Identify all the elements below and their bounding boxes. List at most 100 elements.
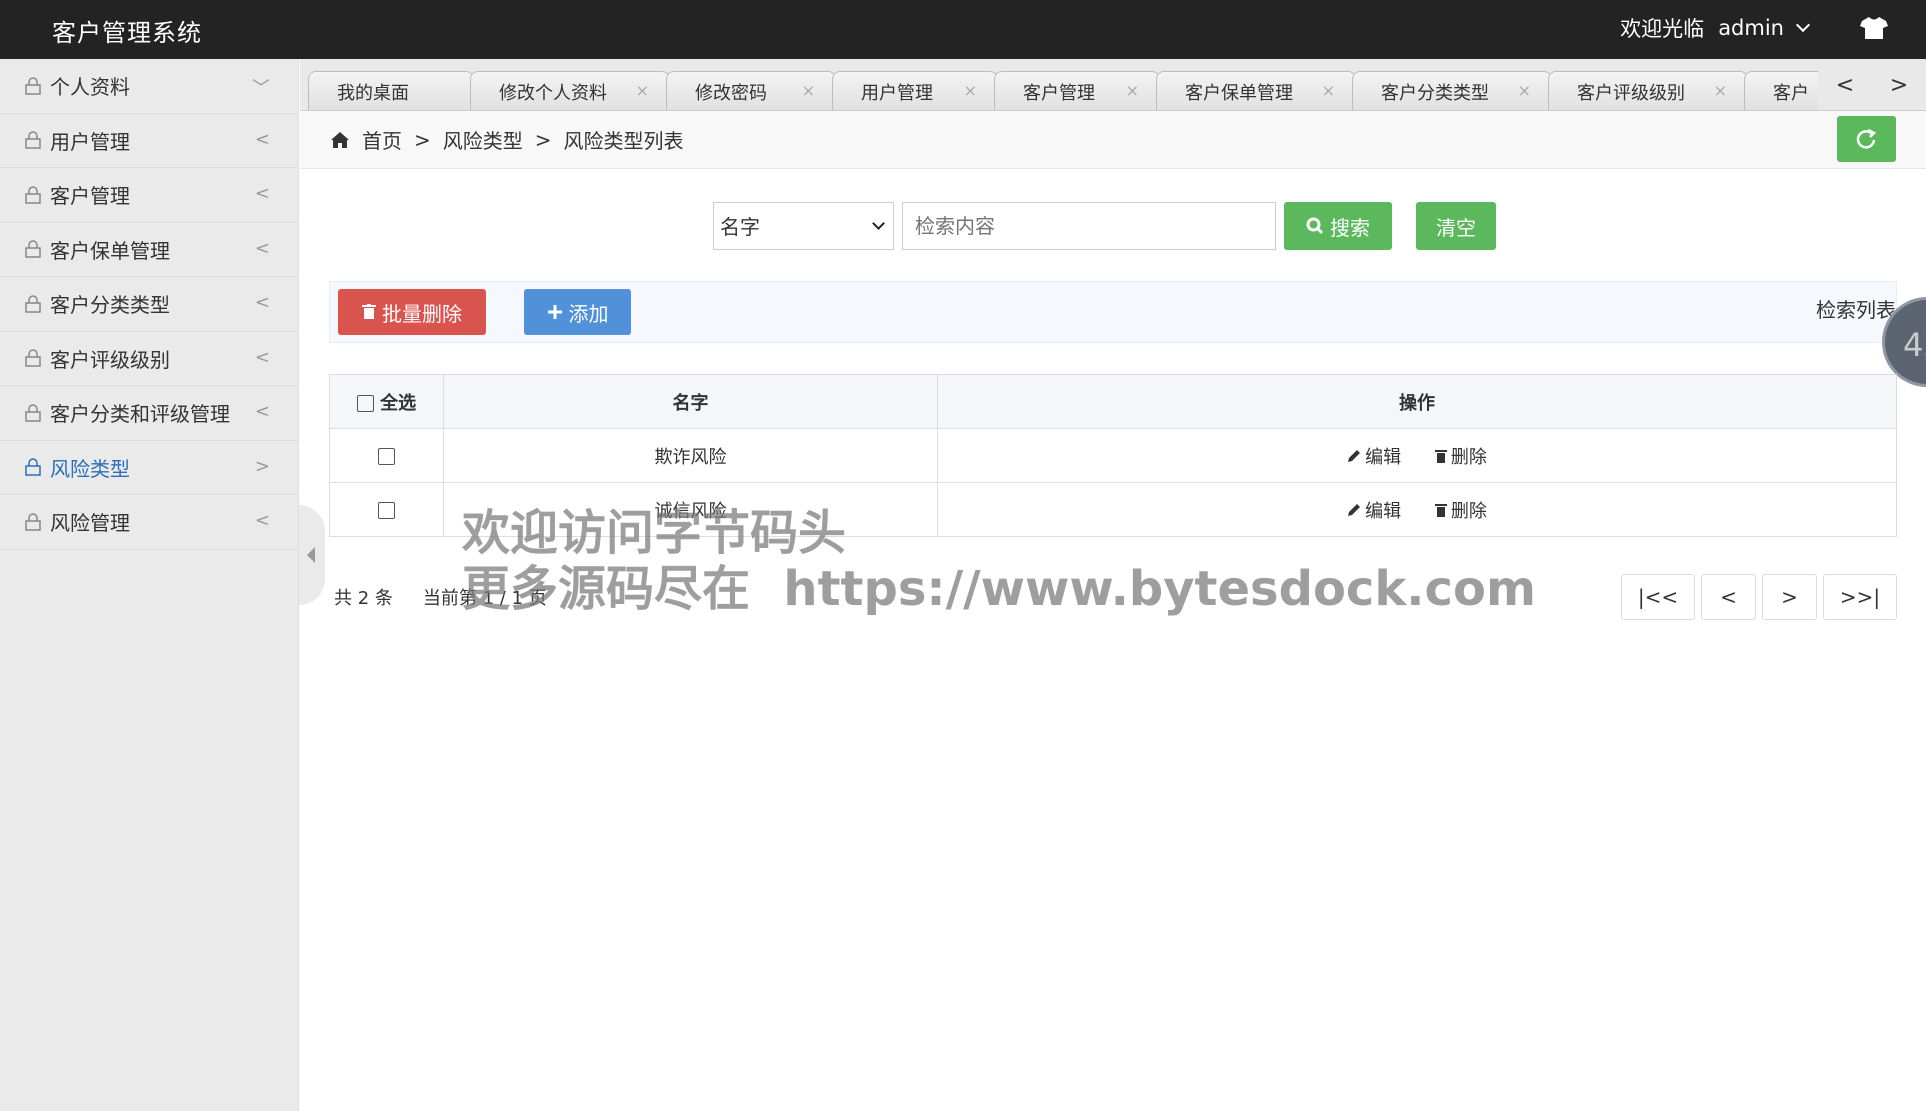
breadcrumb-home[interactable]: 首页: [362, 125, 402, 154]
tab-change-password[interactable]: 修改密码 ×: [666, 71, 836, 110]
sidebar-item-label: 客户评级级别: [50, 347, 170, 372]
chevron-left-icon: <: [254, 237, 270, 259]
tab-user-management[interactable]: 用户管理 ×: [832, 71, 998, 110]
chevron-right-icon[interactable]: >: [1890, 73, 1908, 98]
plus-icon: [547, 305, 562, 319]
top-header: 客户管理系统 欢迎光临 admin: [0, 0, 1926, 59]
delete-button[interactable]: 删除: [1434, 443, 1487, 469]
sidebar-item-label: 风险类型: [50, 456, 130, 481]
refresh-icon: [1856, 128, 1877, 149]
refresh-button[interactable]: [1837, 116, 1896, 162]
last-page-button[interactable]: >>|: [1823, 574, 1897, 620]
breadcrumb-separator: >: [414, 127, 431, 152]
breadcrumb-current: 风险类型列表: [563, 129, 684, 153]
lock-icon: [25, 513, 41, 531]
chevron-left-icon: <: [254, 128, 270, 150]
lock-icon: [25, 404, 41, 422]
edit-button[interactable]: 编辑: [1347, 443, 1401, 469]
search-input[interactable]: [902, 202, 1276, 250]
clear-button[interactable]: 清空: [1416, 202, 1496, 250]
sidebar-collapse-toggle[interactable]: [299, 505, 325, 605]
close-icon[interactable]: ×: [964, 81, 977, 100]
sidebar-item-label: 客户分类类型: [50, 293, 170, 318]
sidebar-item-rating-levels[interactable]: 客户评级级别 <: [0, 332, 298, 386]
sidebar-item-policies[interactable]: 客户保单管理 <: [0, 223, 298, 277]
search-button-label: 搜索: [1330, 215, 1370, 240]
sidebar-item-users[interactable]: 用户管理 <: [0, 114, 298, 168]
tab-desktop[interactable]: 我的桌面: [308, 71, 474, 110]
list-title: 检索列表: [1816, 298, 1896, 322]
row-select-cell: [329, 428, 444, 483]
pagination: |<< < > >>|: [1621, 574, 1897, 620]
close-icon[interactable]: ×: [1714, 81, 1727, 100]
search-field-select[interactable]: 名字: [713, 202, 894, 250]
tab-label: 客户: [1773, 82, 1809, 104]
tab-label: 客户保单管理: [1185, 82, 1293, 104]
search-bar: 名字 搜索 清空: [713, 202, 1496, 250]
close-icon[interactable]: ×: [636, 81, 649, 100]
name-header: 名字: [443, 374, 938, 429]
row-select-cell: [329, 482, 444, 537]
sidebar-item-label: 客户保单管理: [50, 238, 170, 263]
prev-page-button[interactable]: <: [1701, 574, 1756, 620]
sidebar-item-risk-management[interactable]: 风险管理 <: [0, 495, 298, 550]
checkbox[interactable]: [356, 395, 374, 412]
batch-delete-button[interactable]: 批量删除: [338, 289, 486, 335]
clear-button-label: 清空: [1436, 215, 1476, 240]
close-icon[interactable]: ×: [802, 81, 815, 100]
search-button[interactable]: 搜索: [1284, 202, 1392, 250]
chevron-left-icon: <: [254, 510, 270, 531]
watermark-line2: 更多源码尽在 https://www.bytesdock.com: [462, 561, 1536, 617]
sidebar-item-category-types[interactable]: 客户分类类型 <: [0, 277, 298, 332]
add-button[interactable]: 添加: [524, 289, 631, 335]
sidebar-item-risk-types[interactable]: 风险类型 >: [0, 441, 298, 495]
select-all-header[interactable]: 全选: [329, 374, 444, 429]
chevron-left-icon[interactable]: <: [1836, 73, 1854, 98]
tab-label: 用户管理: [861, 82, 933, 104]
tab-rating-levels[interactable]: 客户评级级别 ×: [1548, 71, 1748, 110]
name-cell: 欺诈风险: [443, 428, 938, 483]
tab-label: 修改密码: [695, 82, 767, 104]
table-header-row: 全选 名字 操作: [329, 374, 1897, 429]
tab-label: 客户分类类型: [1381, 82, 1489, 104]
sidebar-item-category-rating[interactable]: 客户分类和评级管理 <: [0, 386, 298, 441]
close-icon[interactable]: ×: [1126, 81, 1139, 100]
edit-label: 编辑: [1365, 446, 1402, 468]
sidebar-item-label: 客户管理: [50, 184, 130, 209]
tab-customer-management[interactable]: 客户管理 ×: [994, 71, 1160, 110]
select-value: 名字: [720, 215, 760, 239]
first-page-button[interactable]: |<<: [1621, 574, 1695, 620]
breadcrumb-level1[interactable]: 风险类型: [443, 125, 523, 154]
tab-policy-management[interactable]: 客户保单管理 ×: [1156, 71, 1356, 110]
chevron-left-icon: <: [254, 292, 270, 313]
tab-bar: 我的桌面 修改个人资料 × 修改密码 × 用户管理 × 客户管理 × 客户保单管理 × 客…: [300, 59, 1926, 111]
user-menu[interactable]: 欢迎光临 admin: [1620, 13, 1814, 43]
chevron-left-icon: <: [254, 183, 270, 204]
sidebar-item-label: 个人资料: [50, 75, 130, 100]
action-header: 操作: [937, 374, 1897, 429]
sidebar-item-profile[interactable]: 个人资料 ﹀: [0, 59, 298, 114]
theme-shirt-icon[interactable]: [1860, 16, 1888, 40]
next-page-button[interactable]: >: [1762, 574, 1817, 620]
app-title: 客户管理系统: [52, 19, 202, 47]
lock-icon: [25, 295, 41, 313]
tab-category-types[interactable]: 客户分类类型 ×: [1352, 71, 1552, 110]
chevron-left-icon: <: [254, 346, 270, 368]
row-checkbox[interactable]: [378, 501, 395, 519]
list-toolbar: 批量删除 添加 检索列表: [329, 281, 1897, 343]
tab-label: 我的桌面: [337, 82, 409, 104]
welcome-text: 欢迎光临: [1620, 17, 1705, 41]
tab-edit-profile[interactable]: 修改个人资料 ×: [470, 71, 670, 110]
close-icon[interactable]: ×: [1322, 81, 1335, 100]
row-checkbox[interactable]: [378, 447, 395, 465]
sidebar-item-label: 风险管理: [50, 511, 130, 536]
close-icon[interactable]: ×: [1518, 81, 1531, 100]
chevron-left-icon: <: [254, 401, 270, 422]
lock-icon: [25, 240, 41, 258]
sidebar-item-label: 客户分类和评级管理: [50, 402, 230, 427]
sidebar-item-customers[interactable]: 客户管理 <: [0, 168, 298, 223]
username: admin: [1718, 16, 1784, 40]
trash-icon: [362, 304, 376, 319]
lock-icon: [25, 131, 41, 149]
action-cell: 编辑 删除: [937, 428, 1897, 483]
